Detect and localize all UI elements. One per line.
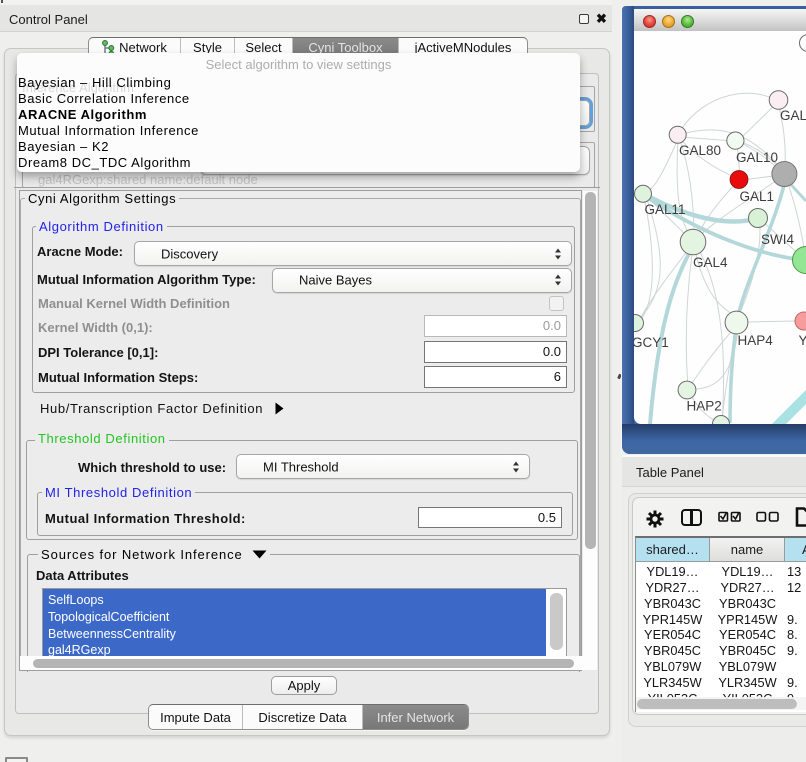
svg-text:HAP2: HAP2	[687, 399, 722, 414]
svg-text:GAL: GAL	[780, 108, 806, 123]
svg-text:GCY1: GCY1	[634, 335, 669, 350]
svg-text:GAL1: GAL1	[740, 189, 775, 204]
svg-text:GAL11: GAL11	[645, 202, 686, 217]
svg-text:GAL4: GAL4	[693, 255, 728, 270]
svg-text:GAL10: GAL10	[736, 150, 778, 165]
svg-text:GAL80: GAL80	[679, 143, 721, 158]
svg-text:SWI4: SWI4	[761, 232, 794, 247]
svg-text:Y: Y	[799, 333, 806, 348]
svg-text:HAP4: HAP4	[738, 333, 774, 348]
